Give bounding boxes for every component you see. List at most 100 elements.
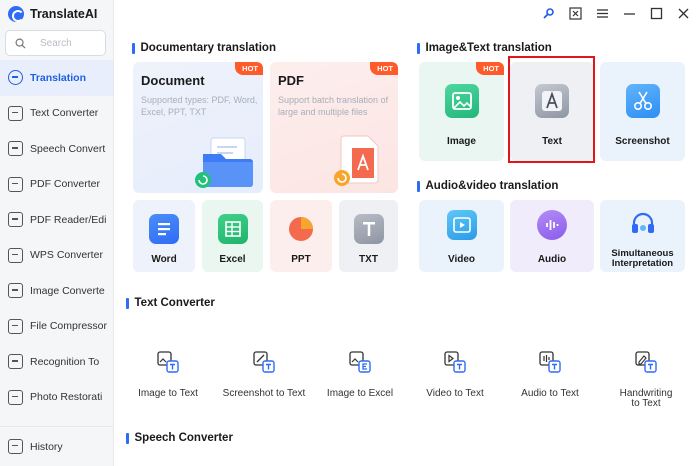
sidebar-item-label: Speech Convert [30,142,106,155]
audio-icon [537,210,567,240]
screenshot-label: Screenshot [615,136,670,147]
tool-image-to-text[interactable]: Image to Text [125,350,211,399]
tool-label: Handwriting to Text [619,388,673,409]
sidebar-item-label: WPS Converter [30,249,103,262]
excel-tile[interactable]: Excel [202,200,263,272]
history-button[interactable]: History [0,426,113,466]
screenshot-icon[interactable] [569,6,582,20]
ppt-tile[interactable]: PPT [270,200,332,272]
compress-icon [8,318,23,334]
pdf-icon [8,176,23,192]
interpretation-label: Simultaneous Interpretation [611,248,674,269]
word-icon [149,214,179,244]
sidebar-item-pdf-reader[interactable]: PDF Reader/Edi [0,202,113,238]
word-tile[interactable]: Word [133,200,195,272]
minimize-icon[interactable] [623,7,636,20]
screenshot-translate-tile[interactable]: Screenshot [600,62,685,161]
pin-icon[interactable] [542,7,555,20]
sidebar-item-label: PDF Converter [30,178,101,191]
text-icon [535,84,569,118]
close-icon[interactable] [677,7,690,20]
image-to-excel-icon [348,350,372,374]
logo-icon [8,6,24,22]
sidebar-item-label: Text Converter [30,107,99,120]
sidebar-item-photo-restoration[interactable]: Photo Restorati [0,380,113,416]
tool-video-to-text[interactable]: Video to Text [412,350,498,399]
tool-label: Image to Excel [326,388,394,399]
pdf-card-title: PDF [278,73,304,88]
audio-translate-tile[interactable]: Audio [510,200,594,272]
recognition-icon [8,354,23,370]
hot-badge: HOT [370,62,398,75]
app-logo: TranslateAI [8,5,97,23]
word-label: Word [151,254,177,265]
photo-restore-icon [8,389,23,405]
audio-label: Audio [537,254,567,265]
audio-to-text-icon [538,350,562,374]
section-title-text: Speech Converter [134,432,233,444]
section-title-text-converter: Text Converter [126,297,215,309]
tool-label: Video to Text [426,388,484,399]
search-icon [15,38,26,49]
app-title: TranslateAI [30,7,98,21]
hot-badge: HOT [235,62,263,75]
sidebar-item-label: Translation [30,71,87,84]
pdf-card[interactable]: PDF Support batch translation of large a… [270,62,398,193]
txt-icon [353,214,384,244]
speech-icon [8,141,23,157]
document-card[interactable]: Document Supported types: PDF, Word, Exc… [133,62,263,193]
tool-audio-to-text[interactable]: Audio to Text [507,350,593,399]
sidebar-item-label: PDF Reader/Edi [30,213,107,226]
history-icon [8,439,23,454]
section-title-text: Text Converter [134,297,215,309]
interpretation-tile[interactable]: Simultaneous Interpretation [600,200,685,272]
folder-icon [195,137,253,188]
text-label: Text [542,136,562,147]
handwriting-to-text-icon [634,350,658,374]
section-title-audio-video: Audio&video translation [417,180,559,192]
image-icon [444,84,479,118]
video-label: Video [447,254,476,265]
image-to-text-icon [156,350,180,374]
sidebar-item-wps-converter[interactable]: WPS Converter [0,238,113,274]
excel-icon [217,214,248,244]
section-title-speech-converter: Speech Converter [126,432,233,444]
sidebar-item-recognition[interactable]: Recognition To [0,344,113,380]
sidebar-item-label: Recognition To [30,355,100,368]
pdf-file-icon [334,135,379,186]
screenshot-to-text-icon [252,350,276,374]
sidebar-item-pdf-converter[interactable]: PDF Converter [0,167,113,203]
image-label: Image [447,136,476,147]
text-translate-tile[interactable]: Text [510,62,594,161]
sidebar-item-file-compressor[interactable]: File Compressor [0,309,113,345]
sidebar-item-speech-converter[interactable]: Speech Convert [0,131,113,167]
image-translate-tile[interactable]: HOT Image [419,62,504,161]
search-input[interactable]: Search [5,30,106,56]
tool-image-to-excel[interactable]: Image to Excel [317,350,403,399]
document-card-title: Document [141,73,205,88]
video-translate-tile[interactable]: Video [419,200,504,272]
section-title-text: Documentary translation [140,42,276,54]
sidebar-item-text-converter[interactable]: Text Converter [0,96,113,132]
menu-icon[interactable] [596,7,609,20]
tool-handwriting-to-text[interactable]: Handwriting to Text [603,350,689,409]
search-placeholder: Search [40,37,72,49]
tool-label: Audio to Text [521,388,579,399]
document-card-desc: Supported types: PDF, Word, Excel, PPT, … [141,95,258,117]
sidebar-nav: Translation Text Converter Speech Conver… [0,60,113,415]
pdf-card-desc: Support batch translation of large and m… [278,95,389,117]
sidebar-item-translation[interactable]: Translation [0,60,113,96]
excel-label: Excel [219,254,246,265]
history-label: History [30,440,63,453]
section-title-documentary: Documentary translation [132,42,276,54]
video-to-text-icon [443,350,467,374]
section-title-image-text: Image&Text translation [417,42,552,54]
sidebar-item-image-converter[interactable]: Image Converte [0,273,113,309]
section-title-text: Image&Text translation [425,42,552,54]
sidebar: TranslateAI Search Translation Text Conv… [0,0,114,466]
tool-label: Image to Text [138,388,198,399]
maximize-icon[interactable] [650,7,663,20]
txt-tile[interactable]: TXT [339,200,398,272]
tool-label: Screenshot to Text [222,388,306,399]
tool-screenshot-to-text[interactable]: Screenshot to Text [221,350,307,399]
